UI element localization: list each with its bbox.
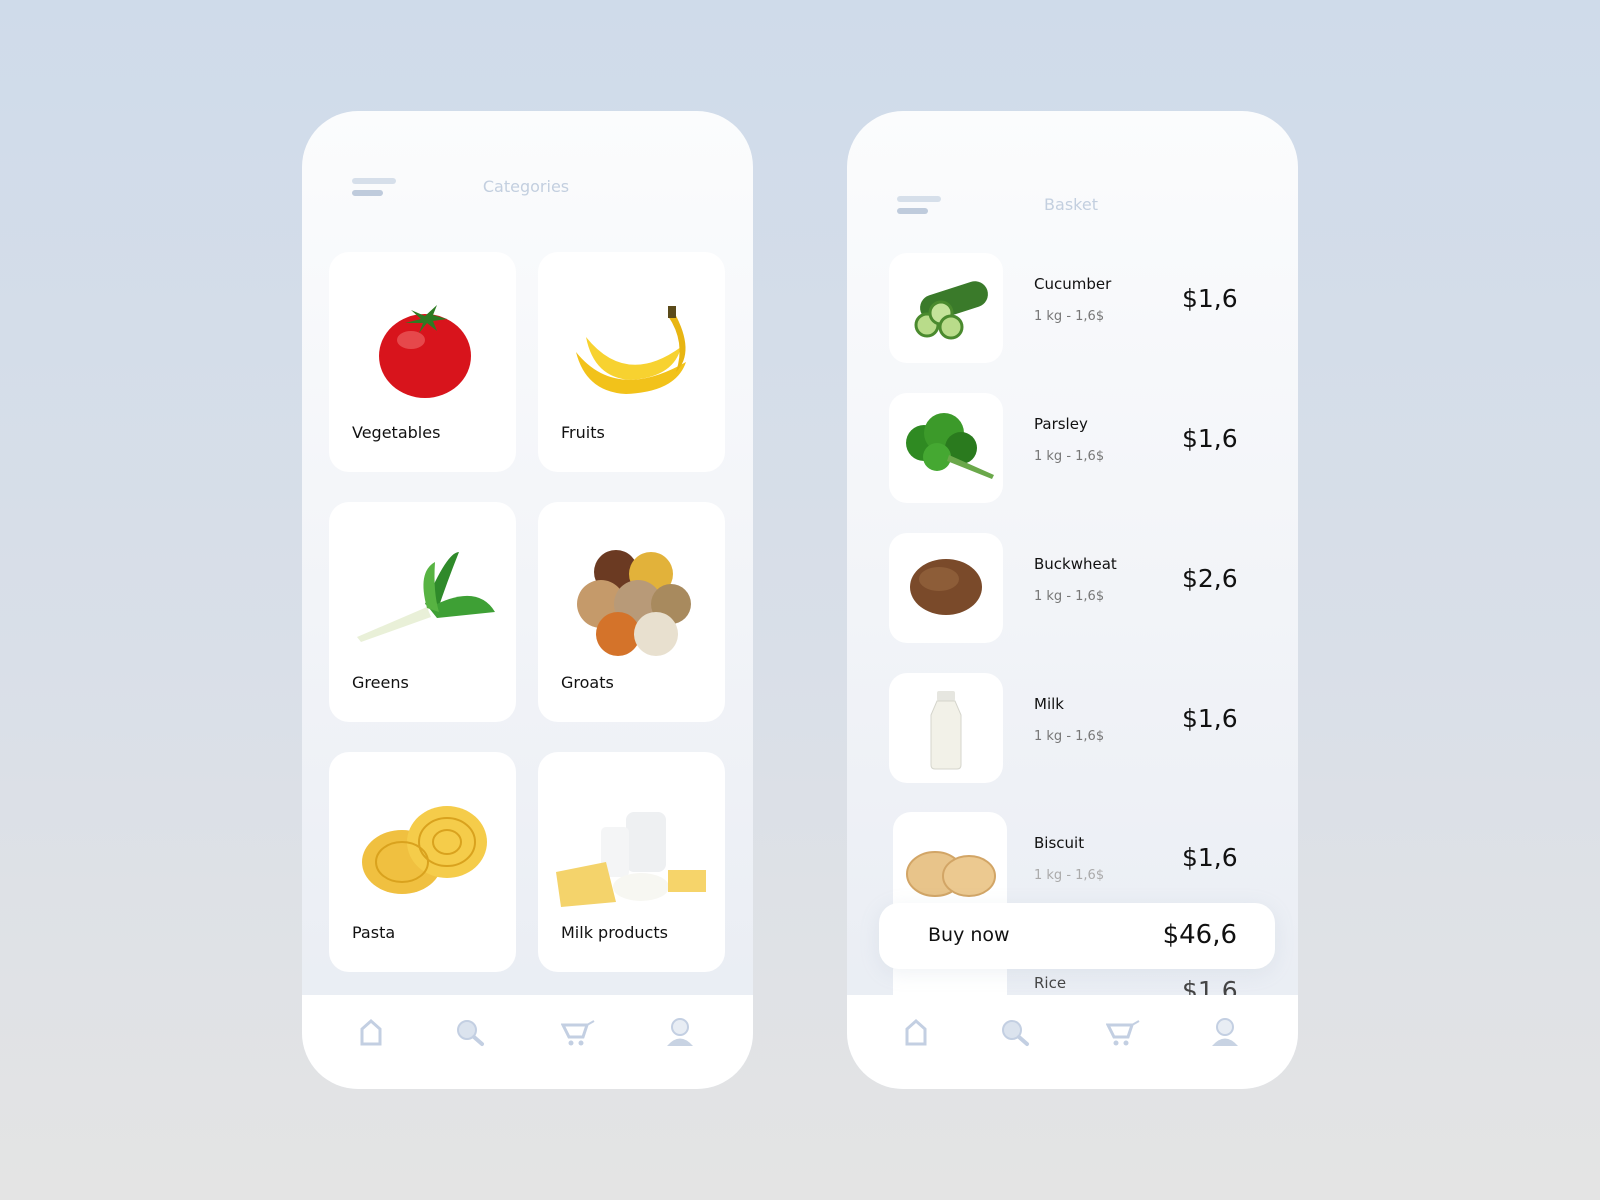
basket-item[interactable]: Parsley 1 kg - 1,6$ $1,6 (889, 393, 1269, 503)
page-title: Basket (1044, 195, 1098, 214)
dairy-image (556, 812, 706, 907)
buckwheat-image (889, 533, 1003, 643)
category-fruits[interactable]: Fruits (538, 252, 725, 472)
item-unit-price: 1 kg - 1,6$ (1034, 589, 1105, 604)
item-name: Buckwheat (1034, 555, 1117, 573)
cart-icon[interactable] (1106, 1017, 1140, 1047)
tomato-image (379, 305, 471, 398)
cart-icon[interactable] (561, 1017, 595, 1047)
category-milk-products[interactable]: Milk products (538, 752, 725, 972)
category-greens[interactable]: Greens (329, 502, 516, 722)
basket-screen: Basket Cucumber 1 kg - 1,6$ $1,6 Parsley… (847, 111, 1298, 1089)
category-label: Vegetables (352, 423, 441, 442)
category-label: Groats (561, 673, 614, 692)
profile-icon[interactable] (1208, 1017, 1242, 1047)
item-price: $1,6 (1182, 284, 1238, 313)
category-vegetables[interactable]: Vegetables (329, 252, 516, 472)
menu-icon[interactable] (352, 178, 396, 198)
home-icon[interactable] (899, 1017, 933, 1047)
page-title: Categories (482, 177, 570, 196)
basket-item[interactable]: Milk 1 kg - 1,6$ $1,6 (889, 673, 1269, 783)
search-icon[interactable] (453, 1017, 487, 1047)
home-icon[interactable] (354, 1017, 388, 1047)
bottom-nav (302, 995, 753, 1089)
item-price: $2,6 (1182, 564, 1238, 593)
item-unit-price: 1 kg - 1,6$ (1034, 449, 1105, 464)
menu-icon[interactable] (897, 196, 941, 216)
item-name: Milk (1034, 695, 1064, 713)
bananas-image (576, 306, 686, 394)
item-price: $1,6 (1182, 424, 1238, 453)
leek-image (357, 552, 495, 642)
profile-icon[interactable] (663, 1017, 697, 1047)
item-unit-price: 1 kg - 1,6$ (1034, 309, 1105, 324)
item-price: $1,6 (1182, 704, 1238, 733)
category-label: Milk products (561, 923, 668, 942)
categories-screen: Categories Vegetables Fruits Greens Groa… (302, 111, 753, 1089)
search-icon[interactable] (998, 1017, 1032, 1047)
cucumber-image (889, 253, 1003, 363)
buy-now-label: Buy now (928, 924, 1010, 946)
category-label: Fruits (561, 423, 605, 442)
category-pasta[interactable]: Pasta (329, 752, 516, 972)
item-name: Cucumber (1034, 275, 1112, 293)
category-label: Pasta (352, 923, 396, 942)
item-name: Parsley (1034, 415, 1088, 433)
bottom-nav (847, 995, 1298, 1089)
milk-bottle-image (889, 673, 1003, 783)
grains-image (577, 550, 691, 656)
item-unit-price: 1 kg - 1,6$ (1034, 729, 1105, 744)
pasta-image (362, 806, 487, 894)
basket-total: $46,6 (1162, 920, 1237, 950)
item-name: Rice (1034, 974, 1067, 992)
item-unit-price: 1 kg - 1,6$ (1034, 868, 1105, 883)
category-label: Greens (352, 673, 409, 692)
basket-item[interactable]: Cucumber 1 kg - 1,6$ $1,6 (889, 253, 1269, 363)
item-name: Biscuit (1034, 834, 1085, 852)
buy-now-button[interactable]: Buy now $46,6 (879, 903, 1275, 969)
parsley-image (889, 393, 1003, 503)
category-groats[interactable]: Groats (538, 502, 725, 722)
basket-item[interactable]: Buckwheat 1 kg - 1,6$ $2,6 (889, 533, 1269, 643)
item-price: $1,6 (1182, 843, 1238, 872)
